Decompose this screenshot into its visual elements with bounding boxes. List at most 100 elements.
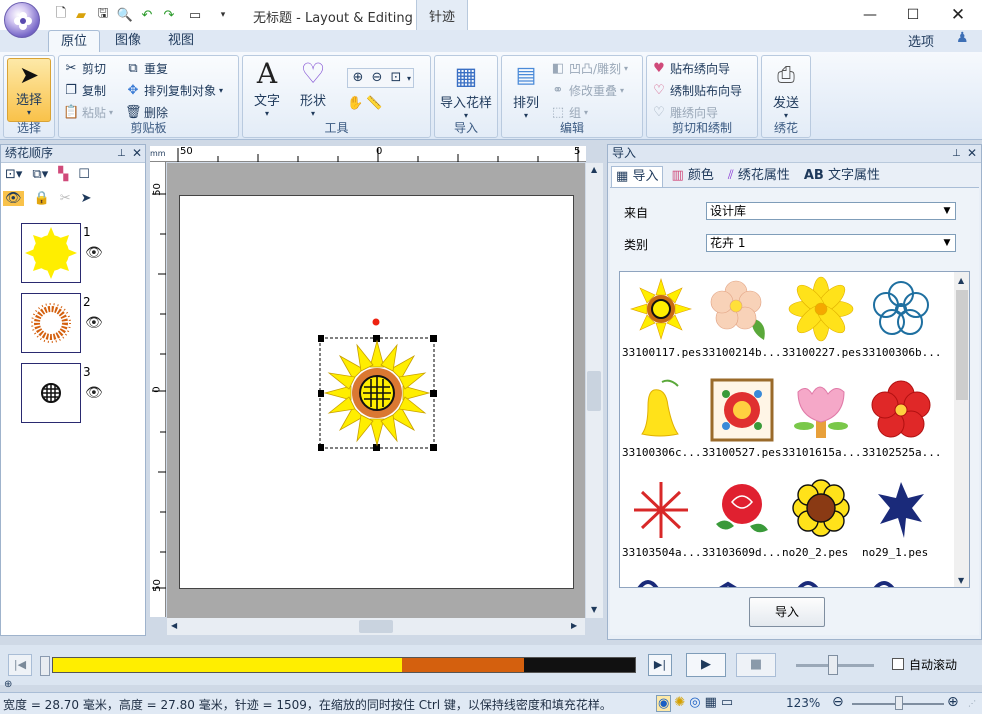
applique-wizard-button[interactable]: ♥ 贴布绣向导 <box>651 60 730 77</box>
tab-embroidery-props[interactable]: ⫽ 绣花属性 <box>722 166 796 186</box>
pin-icon[interactable]: ⊥ <box>952 145 961 162</box>
grid-view-icon[interactable]: ▦ <box>704 695 718 712</box>
scroll-down-icon[interactable]: ▼ <box>591 605 597 614</box>
applique-make-button[interactable]: ♡ 绣制贴布向导 <box>651 82 742 99</box>
cut-button[interactable]: ✂ 剪切 <box>63 60 106 77</box>
save-icon[interactable]: 🖫 <box>94 6 112 24</box>
pattern-item[interactable]: no20_2.pes <box>782 474 860 574</box>
scroll-left-icon[interactable]: ◀ <box>171 621 177 630</box>
undo-icon[interactable]: ↶ <box>138 6 156 24</box>
pattern-item[interactable]: 33101615a... <box>782 374 861 474</box>
play-button[interactable]: ▶ <box>686 653 726 677</box>
sunflower-design[interactable] <box>318 316 438 452</box>
zoom-in-icon[interactable]: ⊕ <box>350 70 366 86</box>
speed-slider-thumb[interactable] <box>828 655 838 675</box>
visibility-eye-icon[interactable]: 👁 <box>85 245 103 261</box>
scissors-disabled-icon[interactable]: ✂ <box>60 191 71 206</box>
pattern-item[interactable]: 33100306c... <box>622 374 701 474</box>
rotate-handle[interactable] <box>372 318 380 326</box>
pattern-item[interactable]: 33100227.pes <box>782 274 861 374</box>
page-view-icon[interactable]: ▭ <box>720 695 734 712</box>
duplicate-button[interactable]: ⧉ 重复 <box>125 60 168 77</box>
redo-icon[interactable]: ↷ <box>160 6 178 24</box>
pattern-item[interactable]: no29_1.pes <box>862 474 940 574</box>
scroll-down-icon[interactable]: ▼ <box>958 576 964 585</box>
options-menu[interactable]: 选项 <box>908 31 934 50</box>
stop-button[interactable]: ■ <box>736 653 776 677</box>
emboss-button[interactable]: ◧ 凹凸/雕刻 ▾ <box>550 60 628 77</box>
import-button[interactable]: 导入 <box>749 597 825 627</box>
eye-toggle-icon[interactable]: 👁 <box>3 191 24 206</box>
skip-end-button[interactable]: ▶| <box>648 654 672 676</box>
qat-dropdown-icon[interactable]: ▾ <box>214 6 232 24</box>
frame-select-icon[interactable]: ⊡▾ <box>5 167 22 182</box>
stitch-view-icon[interactable]: ✺ <box>673 695 686 712</box>
open-folder-icon[interactable]: ▰ <box>72 6 90 24</box>
order-move-icon[interactable]: ⧉▾ <box>32 167 48 182</box>
progress-slider-handle[interactable] <box>40 656 50 676</box>
zoom-out-icon[interactable]: ⊖ <box>369 70 385 86</box>
visibility-eye-icon[interactable]: 👁 <box>85 385 103 401</box>
hand-icon[interactable]: ✋ <box>347 96 363 112</box>
shape-tool-button[interactable]: ♡ 形状 ▾ <box>291 58 335 119</box>
panel-close-icon[interactable]: ✕ <box>967 145 977 162</box>
library-scrollbar[interactable]: ▲ ▼ <box>954 272 969 587</box>
tab-view[interactable]: 视图 <box>156 30 206 52</box>
send-button[interactable]: ⎙ 发送 ▾ <box>762 60 810 120</box>
outline-view-icon[interactable]: ◎ <box>688 695 701 712</box>
vertical-scrollbar[interactable]: ▲ ▼ <box>586 163 603 618</box>
zoom-out-icon[interactable]: ⊖ <box>832 694 844 710</box>
scroll-right-icon[interactable]: ▶ <box>571 621 577 630</box>
user-icon[interactable]: ♟ <box>956 30 969 46</box>
pattern-library-grid[interactable]: 33100117.pes 33100214b... 33100227.pes 3… <box>619 271 970 588</box>
array-copy-button[interactable]: ✥ 排列复制对象 ▾ <box>125 82 223 99</box>
tab-text-props[interactable]: AB 文字属性 <box>798 166 886 186</box>
color-sort-icon[interactable]: ▚ <box>58 167 68 182</box>
pin-icon[interactable]: ⊥ <box>117 145 126 162</box>
sewing-order-item-2[interactable] <box>21 293 81 353</box>
zoom-fit-icon[interactable]: ⊡ <box>388 70 404 86</box>
panel-close-icon[interactable]: ✕ <box>132 145 142 162</box>
copy-button[interactable]: ❐ 复制 <box>63 82 106 99</box>
pattern-item[interactable]: 33100306b... <box>862 274 941 374</box>
tab-home[interactable]: 原位 <box>48 30 101 53</box>
realistic-view-icon[interactable]: ◉ <box>656 695 672 712</box>
pattern-item[interactable]: 33100117.pes <box>622 274 701 374</box>
keyboard-icon[interactable]: ▭ <box>182 6 208 24</box>
panel-view-icon[interactable]: ☐ <box>78 167 90 182</box>
pattern-item[interactable]: 33100214b... <box>702 274 781 374</box>
minimize-button[interactable]: — <box>860 5 880 25</box>
lock-icon[interactable]: 🔒 <box>34 191 50 206</box>
pattern-item[interactable]: 33103504a... <box>622 474 701 574</box>
measure-icon[interactable]: 📏 <box>366 96 382 112</box>
text-tool-button[interactable]: A 文字 ▾ <box>245 58 289 119</box>
tab-import[interactable]: ▦ 导入 <box>611 166 664 187</box>
pattern-item[interactable]: 33100527.pes <box>702 374 781 474</box>
auto-scroll-checkbox[interactable] <box>892 658 904 670</box>
pattern-item[interactable]: 33102525a... <box>862 374 941 474</box>
zoom-slider-thumb[interactable] <box>895 696 903 710</box>
sewing-order-item-3[interactable] <box>21 363 81 423</box>
scroll-up-icon[interactable]: ▲ <box>591 165 597 174</box>
app-menu-button[interactable] <box>4 2 40 38</box>
import-pattern-button[interactable]: ▦ 导入花样 ▾ <box>435 60 497 120</box>
maximize-button[interactable]: ☐ <box>903 5 923 25</box>
zoom-dropdown-icon[interactable]: ▾ <box>407 74 411 83</box>
from-select[interactable]: 设计库 ▼ <box>706 202 956 220</box>
horizontal-scrollbar[interactable]: ◀ ▶ <box>167 618 585 635</box>
zoom-icon[interactable]: 🔍 <box>116 6 134 24</box>
pointer-icon[interactable]: ➤ <box>81 191 92 206</box>
embroidery-hoop[interactable] <box>179 195 574 589</box>
tab-color[interactable]: ▥ 颜色 <box>665 166 719 186</box>
stitch-progress-bar[interactable] <box>52 657 636 673</box>
vertical-scroll-thumb[interactable] <box>587 371 601 411</box>
pattern-item[interactable]: 33103609d... <box>702 474 781 574</box>
library-scroll-thumb[interactable] <box>956 290 968 400</box>
new-file-icon[interactable]: 🗋 <box>52 6 70 24</box>
visibility-eye-icon[interactable]: 👁 <box>85 315 103 331</box>
tab-image[interactable]: 图像 <box>103 30 153 52</box>
sewing-order-item-1[interactable] <box>21 223 81 283</box>
select-button[interactable]: ➤ 选择 ▾ <box>7 58 51 122</box>
skip-start-button[interactable]: |◀ <box>8 654 32 676</box>
arrange-button[interactable]: ▤ 排列 ▾ <box>504 60 548 120</box>
